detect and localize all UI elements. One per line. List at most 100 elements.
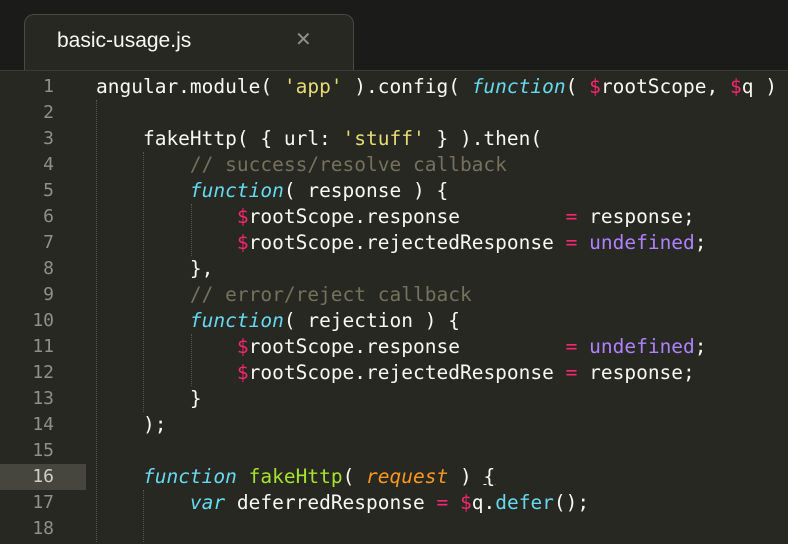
code-token: undefined <box>589 231 695 254</box>
line-number: 1 <box>43 76 54 97</box>
code-token: rootScope.rejectedResponse <box>248 361 566 384</box>
gutter: 5 <box>0 178 86 204</box>
code-line[interactable]: 16 function fakeHttp( request ) { <box>0 464 788 490</box>
line-number: 15 <box>32 440 54 461</box>
gutter: 1 <box>0 74 86 100</box>
gutter: 13 <box>0 386 86 412</box>
line-number: 11 <box>32 336 54 357</box>
gutter: 17 <box>0 490 86 516</box>
indent-guide <box>190 204 192 256</box>
tab-bar: basic-usage.js ✕ <box>0 0 788 71</box>
code-text: function fakeHttp( request ) { <box>96 464 495 490</box>
code-token: $ <box>236 205 249 228</box>
code-token: }, <box>96 257 214 280</box>
code-token: ( <box>565 75 590 98</box>
code-token: $ <box>236 231 249 254</box>
code-line[interactable]: 8 }, <box>0 256 788 282</box>
code-token: // success/resolve callback <box>189 153 507 176</box>
code-line[interactable]: 1 angular.module( 'app' ).config( functio… <box>0 74 788 100</box>
code-line[interactable]: 6 $rootScope.response = response; <box>0 204 788 230</box>
code-line[interactable]: 4 // success/resolve callback <box>0 152 788 178</box>
indent-guide <box>143 490 145 542</box>
line-number: 12 <box>32 362 54 383</box>
tab-basic-usage-js[interactable]: basic-usage.js ✕ <box>24 14 354 70</box>
gutter: 4 <box>0 152 86 178</box>
code-token: ).config( <box>342 75 472 98</box>
code-token: rootScope.response <box>248 205 566 228</box>
code-line[interactable]: 7 $rootScope.rejectedResponse = undefine… <box>0 230 788 256</box>
code-token: 'app' <box>283 75 343 98</box>
code-text: }, <box>96 256 214 282</box>
code-text: $rootScope.rejectedResponse = undefined; <box>96 230 707 256</box>
gutter: 2 <box>0 100 86 126</box>
code-token: $ <box>236 335 249 358</box>
gutter: 12 <box>0 360 86 386</box>
code-token: $ <box>589 75 601 98</box>
code-token: (); <box>553 491 590 514</box>
code-line[interactable]: 10 function( rejection ) { <box>0 308 788 334</box>
code-line[interactable]: 12 $rootScope.rejectedResponse = respons… <box>0 360 788 386</box>
line-number: 10 <box>32 310 54 331</box>
code-line[interactable]: 18 <box>0 516 788 542</box>
line-number: 14 <box>32 414 54 435</box>
code-line[interactable]: 15 <box>0 438 788 464</box>
code-token: ) <box>448 465 484 488</box>
gutter: 10 <box>0 308 86 334</box>
line-number: 13 <box>32 388 54 409</box>
code-line[interactable]: 13 } <box>0 386 788 412</box>
code-line[interactable]: 5 function( response ) { <box>0 178 788 204</box>
line-number: 9 <box>43 284 54 305</box>
line-number: 7 <box>43 232 54 253</box>
indent-guide <box>190 334 192 386</box>
code-editor[interactable]: 1 angular.module( 'app' ).config( functio… <box>0 71 788 544</box>
code-token: } ).then( <box>424 127 543 150</box>
code-text: // success/resolve callback <box>96 152 507 178</box>
code-token: fakeHttp( { url: <box>96 127 343 150</box>
gutter: 16 <box>0 464 86 490</box>
code-line[interactable]: 9 // error/reject callback <box>0 282 788 308</box>
gutter: 6 <box>0 204 86 230</box>
code-token: rootScope, <box>600 75 730 98</box>
code-token: = <box>565 335 578 358</box>
code-line[interactable]: 11 $rootScope.response = undefined; <box>0 334 788 360</box>
gutter: 11 <box>0 334 86 360</box>
code-token: function <box>142 465 237 488</box>
code-token: q ) <box>741 75 777 98</box>
code-text: var deferredResponse = $q.defer(); <box>96 490 589 516</box>
code-line[interactable]: 14 ); <box>0 412 788 438</box>
code-line[interactable]: 2 <box>0 100 788 126</box>
code-text: function( rejection ) { <box>96 308 460 334</box>
line-number: 8 <box>43 258 54 279</box>
code-token: ); <box>96 413 167 436</box>
code-token: // error/reject callback <box>189 283 472 306</box>
line-number: 16 <box>32 466 54 487</box>
code-token: rootScope.rejectedResponse <box>248 231 566 254</box>
gutter: 8 <box>0 256 86 282</box>
code-line[interactable]: 17 var deferredResponse = $q.defer(); <box>0 490 788 516</box>
code-text: fakeHttp( { url: 'stuff' } ).then( <box>96 126 542 152</box>
code-token: $ <box>236 361 249 384</box>
gutter: 15 <box>0 438 86 464</box>
code-token: deferredResponse <box>225 491 437 514</box>
code-token: = <box>565 205 578 228</box>
gutter: 9 <box>0 282 86 308</box>
gutter: 14 <box>0 412 86 438</box>
code-token: } <box>96 387 202 410</box>
code-token: fakeHttp <box>248 465 343 488</box>
code-token: response; <box>577 205 695 228</box>
code-line[interactable]: 3 fakeHttp( { url: 'stuff' } ).then( <box>0 126 788 152</box>
line-number: 5 <box>43 180 54 201</box>
code-token: 'stuff' <box>342 127 425 150</box>
code-token: ( response ) { <box>283 179 449 202</box>
line-number: 4 <box>43 154 54 175</box>
close-icon[interactable]: ✕ <box>295 27 312 51</box>
code-token: $ <box>459 491 472 514</box>
code-text: } <box>96 386 202 412</box>
code-token: $ <box>729 75 742 98</box>
